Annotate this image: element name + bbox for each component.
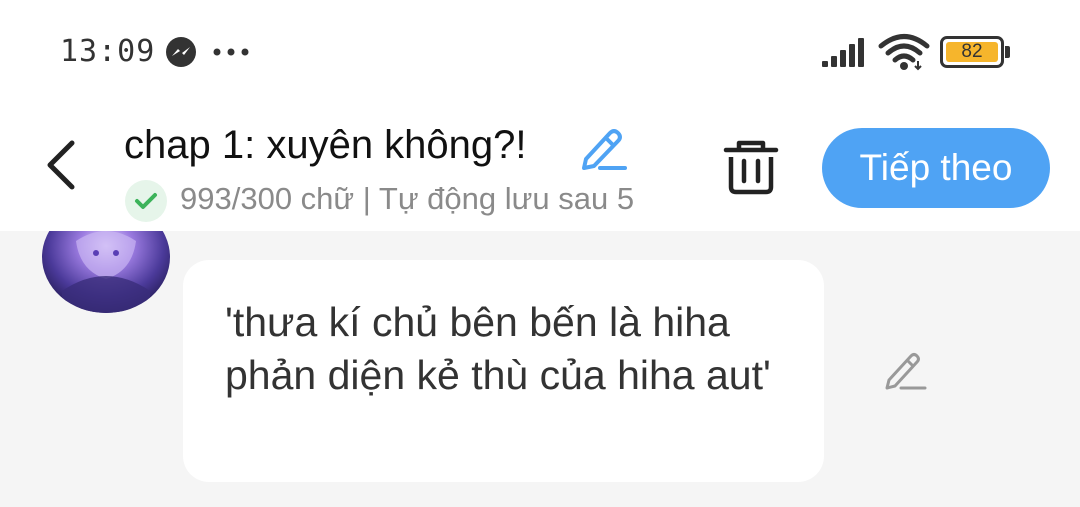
- check-icon: [125, 180, 167, 222]
- pencil-icon[interactable]: [883, 348, 927, 392]
- avatar[interactable]: [42, 231, 170, 313]
- chapter-title: chap 1: xuyên không?!: [124, 123, 527, 167]
- more-dots-icon: [213, 48, 249, 56]
- trash-icon[interactable]: [722, 139, 780, 195]
- battery-icon: 82: [940, 36, 1012, 68]
- back-arrow-icon[interactable]: [36, 135, 90, 195]
- messenger-icon: [166, 37, 196, 67]
- pencil-icon[interactable]: [578, 125, 628, 171]
- message-bubble[interactable]: 'thưa kí chủ bên bến là hiha phản diện k…: [183, 260, 824, 482]
- next-button[interactable]: Tiếp theo: [822, 128, 1050, 208]
- signal-icon: [822, 38, 864, 67]
- editor-header: chap 1: xuyên không?! 993/300 chữ | Tự đ…: [0, 105, 1080, 231]
- status-time: 13:09: [60, 34, 156, 69]
- chat-content: 'thưa kí chủ bên bến là hiha phản diện k…: [0, 231, 1080, 507]
- save-status: 993/300 chữ | Tự động lưu sau 5: [180, 181, 635, 216]
- message-text: 'thưa kí chủ bên bến là hiha phản diện k…: [225, 299, 771, 398]
- wifi-icon: [878, 34, 930, 71]
- status-bar: 13:09 82: [0, 0, 1080, 105]
- battery-level: 82: [961, 41, 983, 62]
